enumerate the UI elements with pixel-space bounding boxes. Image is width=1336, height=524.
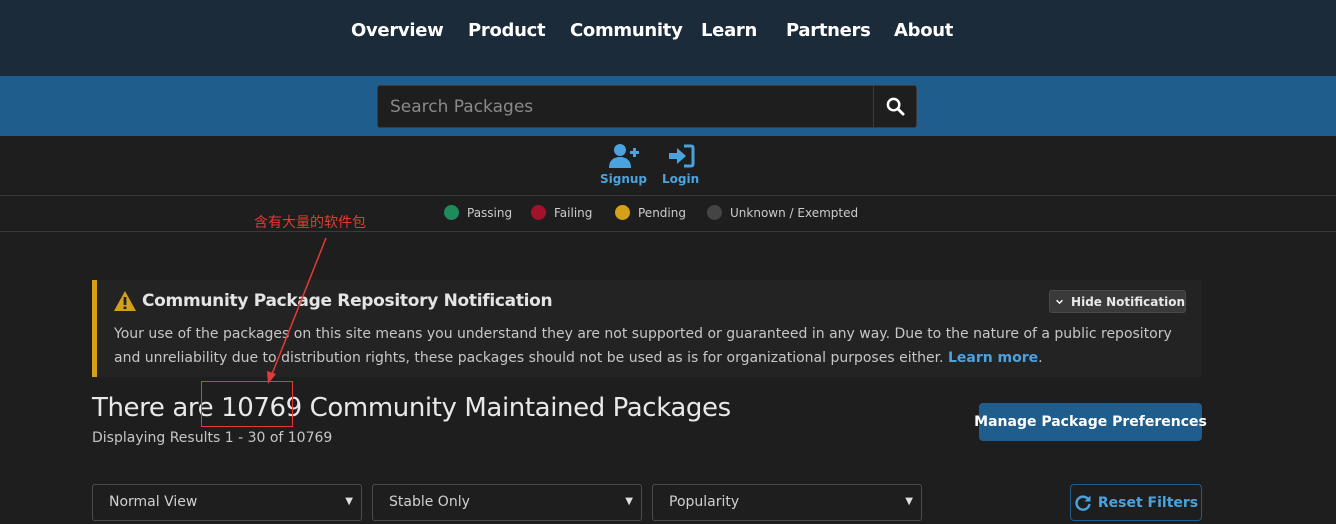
nav-overview[interactable]: Overview — [351, 20, 444, 41]
search-button[interactable] — [873, 86, 916, 127]
hide-notification-button[interactable]: Hide Notification — [1049, 290, 1186, 313]
top-navigation: Overview Product Community Learn Partner… — [0, 0, 1336, 76]
caret-down-icon: ▼ — [625, 496, 633, 507]
results-summary: Displaying Results 1 - 30 of 10769 — [92, 430, 333, 446]
hide-notification-label: Hide Notification — [1071, 294, 1185, 309]
divider — [0, 231, 1336, 232]
unknown-dot — [707, 205, 722, 220]
page-title: There are 10769 Community Maintained Pac… — [92, 393, 731, 423]
nav-about[interactable]: About — [894, 20, 953, 41]
notification-trailing: . — [1038, 350, 1043, 366]
stability-select-value: Stable Only — [389, 494, 470, 510]
legend-passing: Passing — [444, 205, 512, 220]
pending-dot — [615, 205, 630, 220]
legend-label: Unknown / Exempted — [730, 205, 859, 220]
caret-down-icon: ▼ — [905, 496, 913, 507]
failing-dot — [531, 205, 546, 220]
manage-preferences-button[interactable]: Manage Package Preferences — [974, 403, 1207, 441]
legend-failing: Failing — [531, 205, 592, 220]
title-prefix: There are — [92, 393, 214, 423]
learn-more-link[interactable]: Learn more — [948, 350, 1038, 366]
notification-body: Your use of the packages on this site me… — [114, 322, 1174, 370]
nav-product[interactable]: Product — [468, 20, 546, 41]
legend-label: Passing — [467, 205, 513, 220]
legend-label: Failing — [554, 205, 593, 220]
legend-pending: Pending — [615, 205, 686, 220]
nav-community[interactable]: Community — [570, 20, 683, 41]
legend-label: Pending — [638, 205, 686, 220]
reset-filters-button[interactable]: Reset Filters — [1070, 484, 1202, 521]
sign-in-icon — [668, 144, 695, 168]
nav-partners[interactable]: Partners — [786, 20, 871, 41]
title-suffix: Community Maintained Packages — [309, 393, 732, 423]
annotation-label: 含有大量的软件包 — [254, 215, 366, 231]
sort-select-value: Popularity — [669, 494, 740, 510]
user-plus-icon — [608, 144, 639, 168]
search-icon — [886, 97, 905, 116]
search-box — [377, 85, 917, 128]
caret-down-icon: ▼ — [345, 496, 353, 507]
view-select-value: Normal View — [109, 494, 198, 510]
divider — [0, 195, 1336, 196]
annotation-highlight-box — [201, 381, 293, 427]
view-select[interactable]: Normal View ▼ — [92, 484, 362, 521]
manage-preferences-label: Manage Package Preferences — [974, 414, 1207, 430]
notification-title: Community Package Repository Notificatio… — [142, 291, 553, 311]
nav-learn[interactable]: Learn — [701, 20, 757, 41]
login-link[interactable]: Login — [662, 143, 699, 186]
reset-filters-label: Reset Filters — [1097, 494, 1199, 511]
signup-link[interactable]: Signup — [600, 143, 647, 186]
search-input[interactable] — [378, 86, 873, 127]
warning-icon — [114, 291, 136, 311]
legend-unknown: Unknown / Exempted — [707, 205, 858, 220]
passing-dot — [444, 205, 459, 220]
stability-select[interactable]: Stable Only ▼ — [372, 484, 642, 521]
login-label: Login — [662, 172, 700, 186]
signup-label: Signup — [600, 172, 648, 186]
refresh-icon — [1075, 494, 1091, 511]
chevron-down-icon — [1056, 299, 1063, 304]
sort-select[interactable]: Popularity ▼ — [652, 484, 922, 521]
